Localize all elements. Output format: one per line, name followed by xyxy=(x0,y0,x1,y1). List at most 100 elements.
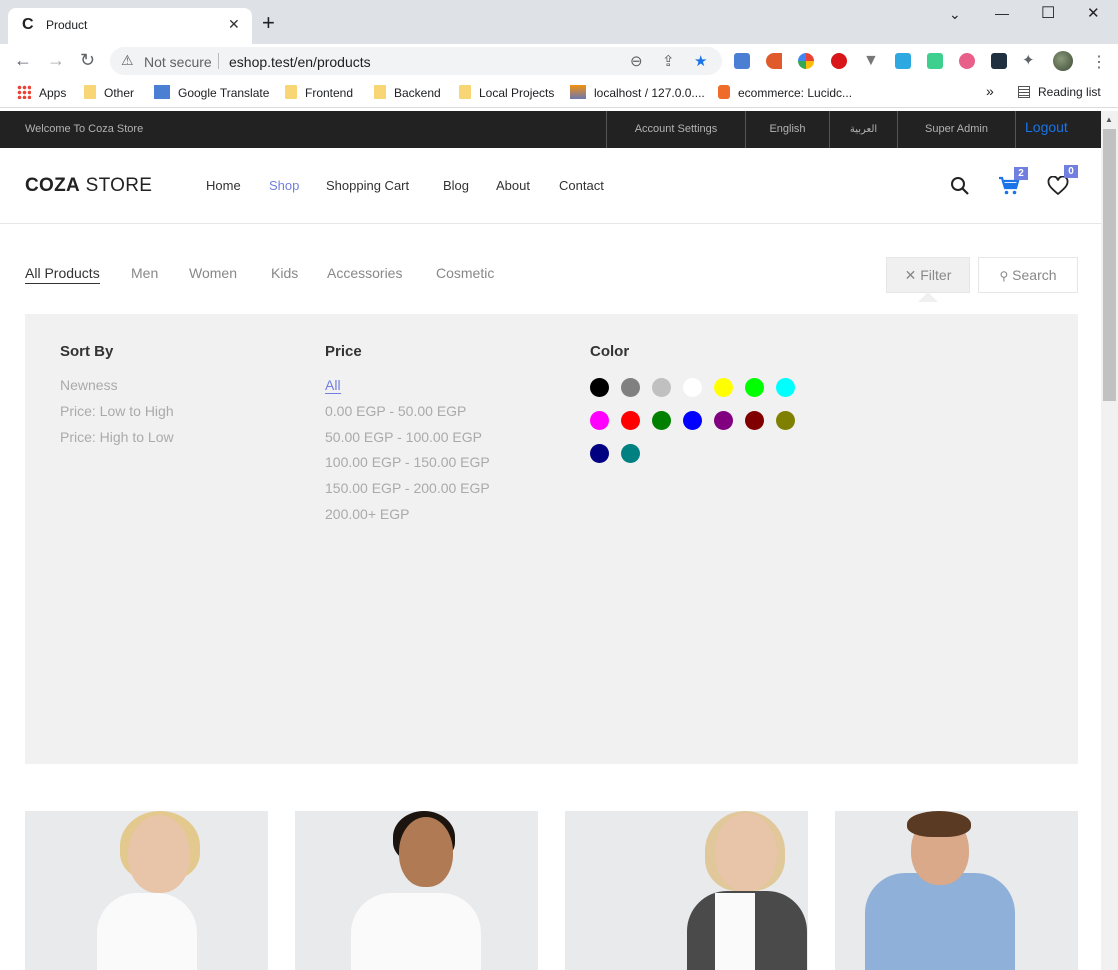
more-bookmarks-chevron[interactable]: » xyxy=(986,83,994,99)
search-toggle-button[interactable]: ⚲ Search xyxy=(978,257,1078,293)
megaphone-extension-icon[interactable] xyxy=(766,53,782,69)
color-swatch[interactable] xyxy=(683,378,702,397)
tab-cosmetic[interactable]: Cosmetic xyxy=(436,265,494,281)
color-swatch[interactable] xyxy=(590,378,609,397)
back-arrow-icon[interactable]: ← xyxy=(14,50,32,70)
search-icon[interactable] xyxy=(950,176,970,201)
bookmark-apps[interactable]: Apps xyxy=(17,85,66,100)
color-swatch[interactable] xyxy=(621,444,640,463)
profile-avatar[interactable] xyxy=(1053,51,1073,71)
dark-extension-icon[interactable] xyxy=(991,53,1007,69)
price-option-200-plus[interactable]: 200.00+ EGP xyxy=(325,506,409,522)
minimize-icon[interactable]: — xyxy=(995,5,1009,21)
product-card[interactable] xyxy=(565,811,808,970)
n-extension-icon[interactable] xyxy=(927,53,943,69)
color-swatch[interactable] xyxy=(621,411,640,430)
nav-about[interactable]: About xyxy=(496,178,530,193)
color-swatch[interactable] xyxy=(652,411,671,430)
color-swatch[interactable] xyxy=(714,411,733,430)
vue-devtools-icon[interactable]: ▼ xyxy=(863,53,879,69)
color-swatch[interactable] xyxy=(621,378,640,397)
not-secure-label[interactable]: Not secure xyxy=(144,54,212,70)
site-logo[interactable]: COZA STORE xyxy=(25,175,152,197)
product-image xyxy=(865,873,1015,970)
tab-women[interactable]: Women xyxy=(189,265,237,281)
english-link[interactable]: English xyxy=(745,111,829,148)
logout-link[interactable]: Logout xyxy=(1015,111,1101,148)
close-tab-icon[interactable]: ✕ xyxy=(228,16,240,33)
product-image xyxy=(128,815,190,893)
google-translate-icon xyxy=(154,85,170,99)
bookmark-backend[interactable]: Backend xyxy=(374,85,441,100)
tab-kids[interactable]: Kids xyxy=(271,265,298,281)
color-swatch[interactable] xyxy=(745,378,764,397)
color-swatch[interactable] xyxy=(776,411,795,430)
product-card[interactable] xyxy=(25,811,268,970)
warning-icon[interactable]: ⚠ xyxy=(121,52,134,69)
tab-accessories[interactable]: Accessories xyxy=(327,265,402,281)
fi-extension-icon[interactable] xyxy=(895,53,911,69)
color-swatch[interactable] xyxy=(745,411,764,430)
browser-tab[interactable]: C Product ✕ xyxy=(8,8,252,44)
bookmark-google-translate[interactable]: Google Translate xyxy=(154,85,269,100)
price-option-100-150[interactable]: 100.00 EGP - 150.00 EGP xyxy=(325,454,490,470)
translate-extension-icon[interactable] xyxy=(734,53,750,69)
tab-men[interactable]: Men xyxy=(131,265,158,281)
nav-shopping-cart[interactable]: Shopping Cart xyxy=(326,178,409,193)
product-card[interactable] xyxy=(835,811,1078,970)
bookmark-star-icon[interactable]: ★ xyxy=(694,52,707,70)
color-swatch[interactable] xyxy=(776,378,795,397)
price-option-50-100[interactable]: 50.00 EGP - 100.00 EGP xyxy=(325,429,482,445)
welcome-text: Welcome To Coza Store xyxy=(25,123,144,135)
maximize-icon[interactable]: ☐ xyxy=(1041,3,1055,23)
sort-option-high-low[interactable]: Price: High to Low xyxy=(60,429,174,445)
price-option-all[interactable]: All xyxy=(325,377,341,394)
color-swatch[interactable] xyxy=(590,444,609,463)
color-swatch[interactable] xyxy=(590,411,609,430)
nav-shop[interactable]: Shop xyxy=(269,178,299,193)
scrollbar-thumb[interactable] xyxy=(1103,129,1116,401)
filter-toggle-button[interactable]: ✕ Filter xyxy=(886,257,970,293)
color-picker-extension-icon[interactable] xyxy=(798,53,814,69)
nav-blog[interactable]: Blog xyxy=(443,178,469,193)
forward-arrow-icon[interactable]: → xyxy=(47,50,65,70)
account-settings-link[interactable]: Account Settings xyxy=(606,111,745,148)
scroll-up-arrow-icon[interactable]: ▲ xyxy=(1105,115,1113,124)
zoom-icon[interactable]: ⊖ xyxy=(630,52,643,70)
tab-all-products[interactable]: All Products xyxy=(25,265,100,284)
bookmark-localhost[interactable]: localhost / 127.0.0.... xyxy=(570,85,705,100)
extensions-puzzle-icon[interactable]: ✦ xyxy=(1022,53,1038,69)
close-window-icon[interactable]: ✕ xyxy=(1087,4,1100,22)
sort-option-newness[interactable]: Newness xyxy=(60,377,118,393)
heart-icon[interactable] xyxy=(1047,175,1069,201)
product-card[interactable] xyxy=(295,811,538,970)
address-bar[interactable]: ⚠ Not secure eshop.test/en/products ⊖ ⇪ … xyxy=(110,47,722,75)
adblock-extension-icon[interactable] xyxy=(831,53,847,69)
pink-extension-icon[interactable] xyxy=(959,53,975,69)
bookmark-ecommerce[interactable]: ecommerce: Lucidc... xyxy=(718,85,852,100)
reload-icon[interactable]: ↻ xyxy=(80,50,95,70)
browser-menu-icon[interactable]: ⋮ xyxy=(1091,52,1107,72)
nav-home[interactable]: Home xyxy=(206,178,241,193)
super-admin-link[interactable]: Super Admin xyxy=(897,111,1015,148)
bookmark-local-projects[interactable]: Local Projects xyxy=(459,85,554,100)
bookmark-frontend[interactable]: Frontend xyxy=(285,85,353,100)
price-option-0-50[interactable]: 0.00 EGP - 50.00 EGP xyxy=(325,403,466,419)
color-swatch[interactable] xyxy=(714,378,733,397)
arabic-link[interactable]: العربية xyxy=(829,111,897,148)
nav-contact[interactable]: Contact xyxy=(559,178,604,193)
price-option-150-200[interactable]: 150.00 EGP - 200.00 EGP xyxy=(325,480,490,496)
price-title: Price xyxy=(325,343,362,360)
url-text[interactable]: eshop.test/en/products xyxy=(229,54,371,70)
minimize-chevron-icon[interactable]: ⌄ xyxy=(949,6,961,23)
new-tab-button[interactable]: + xyxy=(262,12,275,34)
color-swatch[interactable] xyxy=(683,411,702,430)
bookmark-other[interactable]: Other xyxy=(84,85,134,100)
reading-list-button[interactable]: Reading list xyxy=(1018,85,1101,99)
address-divider xyxy=(218,53,219,69)
share-icon[interactable]: ⇪ xyxy=(662,52,675,70)
color-swatch[interactable] xyxy=(652,378,671,397)
page-scrollbar[interactable]: ▲ xyxy=(1101,111,1118,970)
cart-count-badge: 2 xyxy=(1014,167,1028,180)
sort-option-low-high[interactable]: Price: Low to High xyxy=(60,403,174,419)
